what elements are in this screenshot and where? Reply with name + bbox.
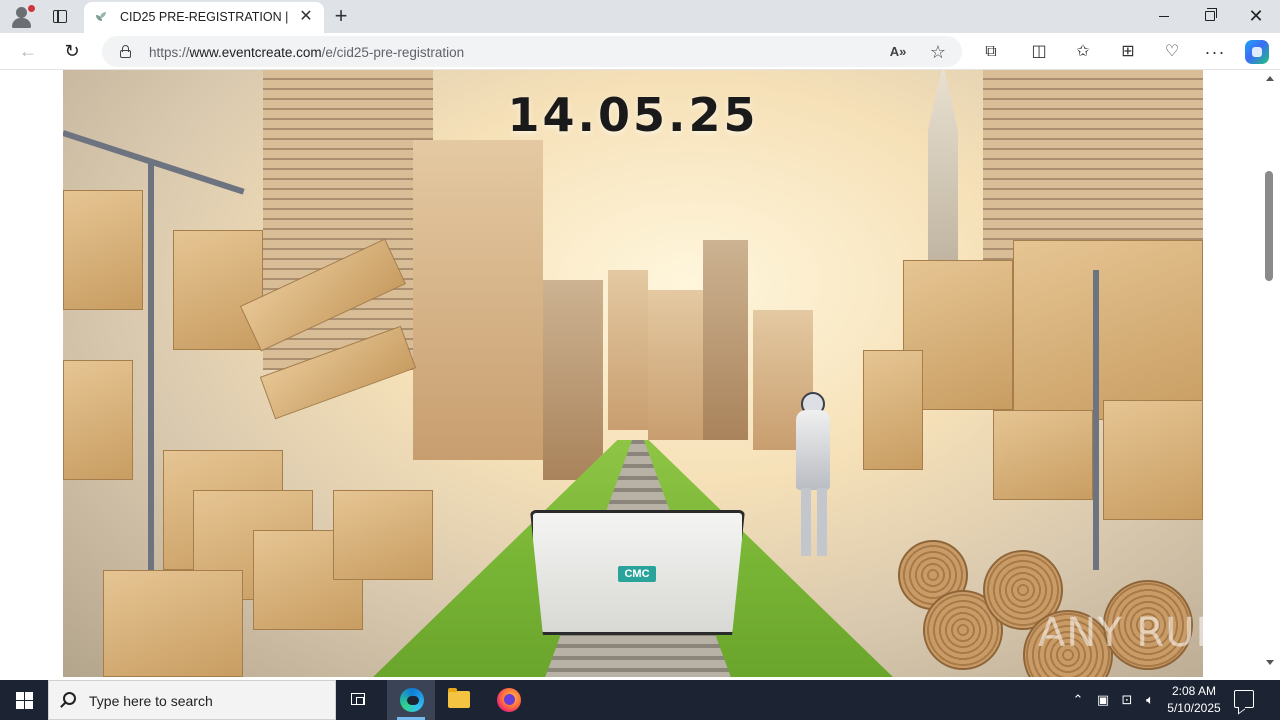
heart-pulse-icon[interactable]: ♡ <box>1161 41 1183 63</box>
minimize-button[interactable] <box>1141 0 1187 33</box>
notification-icon[interactable] <box>1234 690 1254 708</box>
box <box>1103 400 1203 520</box>
clock-date: 5/10/2025 <box>1167 701 1221 715</box>
profile-icon[interactable] <box>10 5 35 29</box>
tab-close-icon[interactable]: ✕ <box>297 8 315 26</box>
box <box>993 410 1093 500</box>
clock-time: 2:08 AM <box>1171 684 1217 698</box>
url-path: /e/cid25-pre-registration <box>321 45 465 60</box>
tab-strip: CID25 PRE-REGISTRATION | May ✕ + ✕ <box>0 0 1280 33</box>
box <box>863 350 923 470</box>
robot-body <box>796 410 830 490</box>
box <box>103 570 243 677</box>
url-scheme: https:// <box>149 45 190 60</box>
taskbar-search-box[interactable]: Type here to search <box>48 680 336 720</box>
split-screen-icon[interactable]: ◫ <box>1028 41 1050 63</box>
browser-toolbar: ← ↻ https://www.eventcreate.com/e/cid25-… <box>0 33 1280 70</box>
watermark: ANY RUN <box>1038 610 1203 656</box>
favorites-icon[interactable]: ✩ <box>1072 41 1094 63</box>
box <box>63 190 143 310</box>
shelf <box>148 160 154 580</box>
scroll-up-icon[interactable] <box>1266 76 1274 81</box>
building <box>703 240 748 440</box>
url-text[interactable]: https://www.eventcreate.com/e/cid25-pre-… <box>149 45 464 60</box>
lock-icon[interactable] <box>120 45 131 58</box>
chevron-up-icon[interactable]: ⌃ <box>1070 680 1086 720</box>
back-button[interactable]: ← <box>14 38 42 64</box>
restore-button[interactable] <box>1187 0 1233 33</box>
tab-title: CID25 PRE-REGISTRATION | May <box>120 10 290 24</box>
crate-logo: CMC <box>618 566 656 582</box>
tab-actions-icon[interactable] <box>50 7 70 27</box>
firefox-icon[interactable] <box>485 680 533 720</box>
event-date-heading: 14.05.25 <box>507 88 759 142</box>
read-aloud-icon[interactable]: A» <box>888 42 908 62</box>
volume-icon[interactable]: 🔈︎ <box>1141 680 1159 720</box>
building <box>608 270 648 430</box>
building <box>543 280 603 480</box>
cardboard-stack <box>333 490 433 580</box>
page-scrollbar[interactable] <box>1262 70 1280 677</box>
robot-legs <box>801 488 827 556</box>
copilot-icon[interactable] <box>1245 40 1269 64</box>
star-icon[interactable]: ☆ <box>928 42 948 62</box>
close-window-button[interactable]: ✕ <box>1233 0 1279 33</box>
puzzle-icon[interactable]: ⧉ <box>980 41 1002 63</box>
windows-start-icon[interactable] <box>0 680 48 720</box>
edge-taskbar-icon[interactable] <box>387 680 435 720</box>
box <box>173 230 263 350</box>
active-tab[interactable]: CID25 PRE-REGISTRATION | May ✕ <box>84 2 324 33</box>
collections-icon[interactable]: ⊞ <box>1117 41 1139 63</box>
hero-image: CMC 14.05.25 ANY RUN <box>63 70 1203 677</box>
search-placeholder: Type here to search <box>89 693 213 709</box>
building <box>648 290 708 440</box>
device-icon[interactable]: ▣ <box>1094 680 1112 720</box>
ellipsis-icon[interactable]: ··· <box>1204 41 1226 63</box>
taskbar-clock[interactable]: 2:08 AM 5/10/2025 <box>1160 683 1228 717</box>
site-favicon-icon <box>95 11 107 23</box>
search-icon <box>63 692 76 705</box>
scroll-thumb[interactable] <box>1265 171 1273 281</box>
network-icon[interactable]: ⊡ <box>1118 680 1136 720</box>
address-bar[interactable]: https://www.eventcreate.com/e/cid25-pre-… <box>102 36 962 67</box>
scroll-down-icon[interactable] <box>1266 660 1274 665</box>
box <box>63 360 133 480</box>
windows-taskbar: Type here to search ⌃ ▣ ⊡ 🔈︎ 2:08 AM 5/1… <box>0 680 1280 720</box>
url-domain: www.eventcreate.com <box>189 45 322 60</box>
shelf <box>1093 270 1099 570</box>
box <box>1013 240 1203 420</box>
page-viewport: CMC 14.05.25 ANY RUN <box>0 70 1280 677</box>
reload-button[interactable]: ↻ <box>58 38 86 64</box>
new-tab-button[interactable]: + <box>330 4 352 28</box>
task-view-icon[interactable] <box>336 680 384 720</box>
file-explorer-icon[interactable] <box>435 680 483 720</box>
building <box>413 140 543 460</box>
